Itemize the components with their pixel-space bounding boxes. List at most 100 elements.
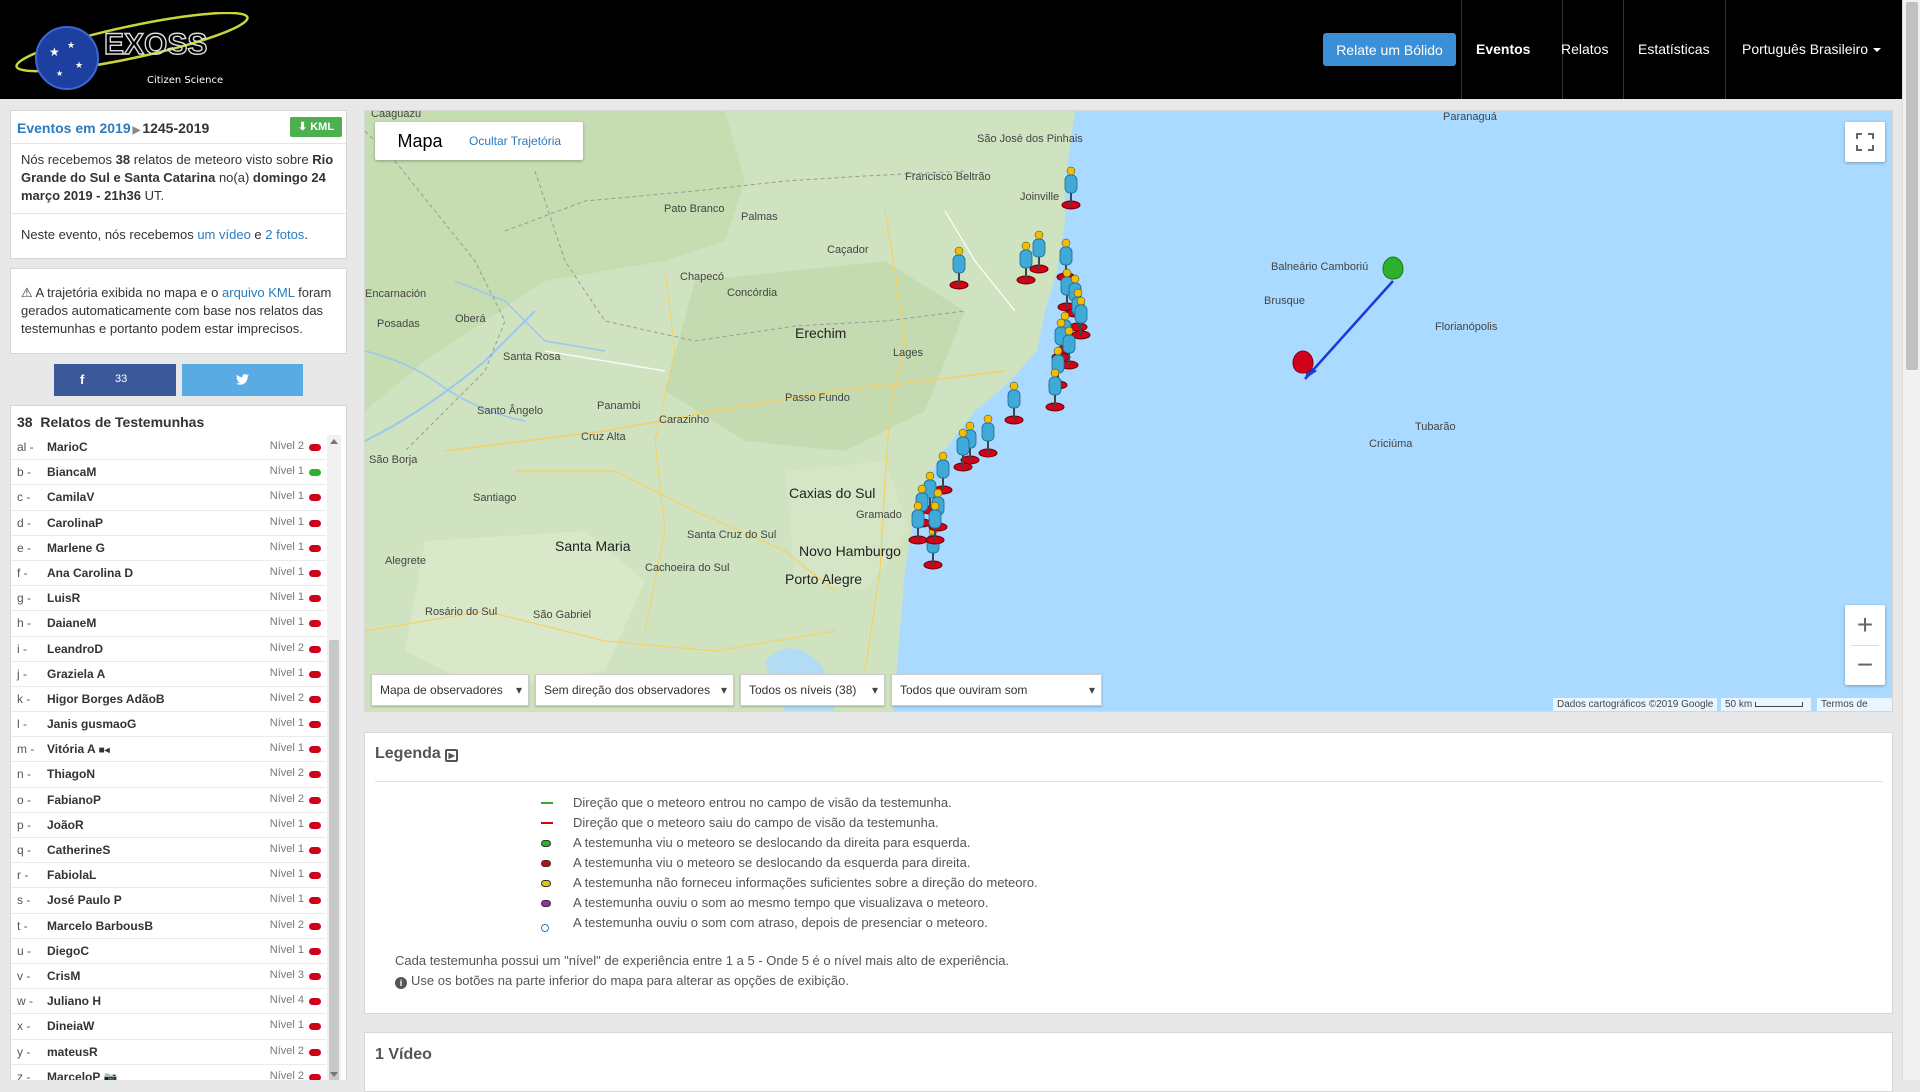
witness-row[interactable]: p - JoãoR Nível 1: [11, 813, 326, 838]
page-scrollbar-thumb[interactable]: [1906, 2, 1918, 370]
witness-level: Nível 1: [269, 893, 304, 906]
witness-name[interactable]: DineiaW: [47, 1019, 94, 1033]
witness-level: Nível 1: [269, 742, 304, 755]
zoom-in-button[interactable]: +: [1845, 605, 1885, 645]
witness-code: j -: [17, 666, 27, 681]
witness-name[interactable]: LuisR: [47, 591, 80, 605]
witness-row[interactable]: z - MarceloP 📷 Nível 2: [11, 1065, 326, 1080]
facebook-share-button[interactable]: f 33: [54, 364, 176, 396]
witness-name[interactable]: LeandroD: [47, 642, 103, 656]
witness-row[interactable]: f - Ana Carolina D Nível 1: [11, 561, 326, 587]
hide-trajectory-button[interactable]: Ocultar Trajetória: [469, 134, 579, 148]
tab-map[interactable]: Mapa: [375, 122, 465, 160]
map-place-label: Chapecó: [680, 271, 725, 283]
witness-row[interactable]: q - CatherineS Nível 1: [11, 838, 326, 864]
zoom-out-button[interactable]: −: [1845, 645, 1885, 685]
kml-download-button[interactable]: ⬇ KML: [290, 117, 342, 137]
nav-statistics[interactable]: Estatísticas: [1638, 41, 1710, 57]
map-canvas[interactable]: [365, 111, 1893, 712]
map-view[interactable]: Caaguazu Paranaguá São José dos Pinhais Fra…: [364, 110, 1893, 712]
witness-name[interactable]: CatherineS: [47, 843, 110, 857]
language-dropdown[interactable]: Português Brasileiro: [1742, 41, 1882, 57]
witness-list-scrollbar[interactable]: [327, 435, 341, 1080]
observer-marker-icon[interactable]: [978, 414, 998, 458]
sound-select[interactable]: Todos que ouviram som: [891, 674, 1102, 706]
observer-marker-icon[interactable]: [1045, 368, 1065, 412]
page-scrollbar[interactable]: [1902, 0, 1920, 1080]
fullscreen-button[interactable]: [1845, 122, 1885, 162]
witness-name[interactable]: Marcelo BarbousB: [47, 919, 153, 933]
witness-name[interactable]: CarolinaP: [47, 516, 103, 530]
witness-row[interactable]: c - CamilaV Nível 1: [11, 485, 326, 511]
witness-name[interactable]: Janis gusmaoG: [47, 717, 136, 731]
scroll-up-icon[interactable]: [330, 439, 338, 444]
witness-row[interactable]: w - Juliano H Nível 4: [11, 989, 326, 1015]
witness-name[interactable]: BiancaM: [47, 465, 96, 479]
witness-name[interactable]: Vitória A ■◂: [47, 742, 110, 756]
map-place-label: Caçador: [827, 244, 869, 256]
witness-row[interactable]: al - MarioC Nível 2: [11, 435, 326, 461]
witness-name[interactable]: MarioC: [47, 440, 88, 454]
witness-row[interactable]: r - FabiolaL Nível 1: [11, 863, 326, 889]
witness-name[interactable]: ThiagoN: [47, 767, 95, 781]
report-fireball-button[interactable]: Relate um Bólido: [1323, 33, 1456, 66]
witness-row[interactable]: e - Marlene G Nível 1: [11, 536, 326, 561]
scroll-down-icon[interactable]: [330, 1072, 338, 1077]
witness-row[interactable]: u - DiegoC Nível 1: [11, 939, 326, 964]
witness-row[interactable]: j - Graziela A Nível 1: [11, 662, 326, 687]
witness-name[interactable]: Graziela A: [47, 667, 105, 681]
witness-row[interactable]: k - Higor Borges AdãoB Nível 2: [11, 687, 326, 713]
terms-link[interactable]: Termos de Uso: [1817, 698, 1892, 711]
legend-header[interactable]: Legenda ▶: [375, 745, 459, 763]
nav-events[interactable]: Eventos: [1476, 41, 1530, 57]
events-year-link[interactable]: Eventos em 2019: [17, 120, 131, 136]
witness-name[interactable]: MarceloP 📷: [47, 1070, 117, 1080]
direction-select[interactable]: Sem direção dos observadores: [535, 674, 734, 706]
witness-name[interactable]: Marlene G: [47, 541, 105, 555]
map-place-label: Posadas: [377, 318, 420, 330]
witness-row[interactable]: d - CarolinaP Nível 1: [11, 511, 326, 536]
kml-file-link[interactable]: arquivo KML: [222, 285, 295, 300]
witness-list-scrollbar-thumb[interactable]: [329, 640, 339, 1080]
witness-name[interactable]: Ana Carolina D: [47, 566, 133, 580]
witness-name[interactable]: JoãoR: [47, 818, 84, 832]
witness-name[interactable]: DiegoC: [47, 944, 89, 958]
witness-name[interactable]: CamilaV: [47, 490, 94, 504]
witness-name[interactable]: CrisM: [47, 969, 80, 983]
witness-name[interactable]: José Paulo P: [47, 893, 122, 907]
observer-marker-icon[interactable]: [1004, 381, 1024, 425]
witness-name[interactable]: DaianeM: [47, 616, 96, 630]
photos-link[interactable]: 2 fotos: [265, 227, 304, 242]
witness-name[interactable]: mateusR: [47, 1045, 98, 1059]
witness-row[interactable]: v - CrisM Nível 3: [11, 964, 326, 990]
observer-marker-icon[interactable]: [923, 526, 943, 570]
witness-row[interactable]: x - DineiaW Nível 1: [11, 1014, 326, 1040]
level-select[interactable]: Todos os níveis (38): [740, 674, 885, 706]
witness-row[interactable]: y - mateusR Nível 2: [11, 1040, 326, 1065]
direction-indicator-icon: [309, 922, 321, 930]
witness-row[interactable]: h - DaianeM Nível 1: [11, 611, 326, 637]
exoss-logo[interactable]: ★ ★ ★ ★ EXOSS Citizen Science: [12, 11, 252, 90]
witness-row[interactable]: t - Marcelo BarbousB Nível 2: [11, 914, 326, 939]
map-mode-select[interactable]: Mapa de observadores: [371, 674, 529, 706]
witness-row[interactable]: g - LuisR Nível 1: [11, 586, 326, 612]
witness-level: Nível 1: [269, 817, 304, 830]
witness-name[interactable]: FabianoP: [47, 793, 101, 807]
nav-reports[interactable]: Relatos: [1561, 41, 1608, 57]
twitter-share-button[interactable]: [182, 364, 303, 396]
witness-row[interactable]: b - BiancaM Nível 1: [11, 460, 326, 486]
fullscreen-icon: [1856, 133, 1874, 151]
witness-name[interactable]: Juliano H: [47, 994, 101, 1008]
witness-row[interactable]: l - Janis gusmaoG Nível 1: [11, 712, 326, 738]
witness-row[interactable]: n - ThiagoN Nível 2: [11, 762, 326, 788]
witness-row[interactable]: s - José Paulo P Nível 1: [11, 888, 326, 914]
witness-level: Nível 1: [269, 717, 304, 730]
witness-name[interactable]: Higor Borges AdãoB: [47, 692, 165, 706]
witness-row[interactable]: i - LeandroD Nível 2: [11, 637, 326, 662]
witness-level: Nível 2: [269, 792, 304, 805]
witness-name[interactable]: FabiolaL: [47, 868, 96, 882]
map-place-label: Erechim: [795, 325, 847, 341]
video-link[interactable]: um vídeo: [197, 227, 250, 242]
witness-row[interactable]: o - FabianoP Nível 2: [11, 788, 326, 813]
witness-row[interactable]: m - Vitória A ■◂ Nível 1: [11, 737, 326, 763]
